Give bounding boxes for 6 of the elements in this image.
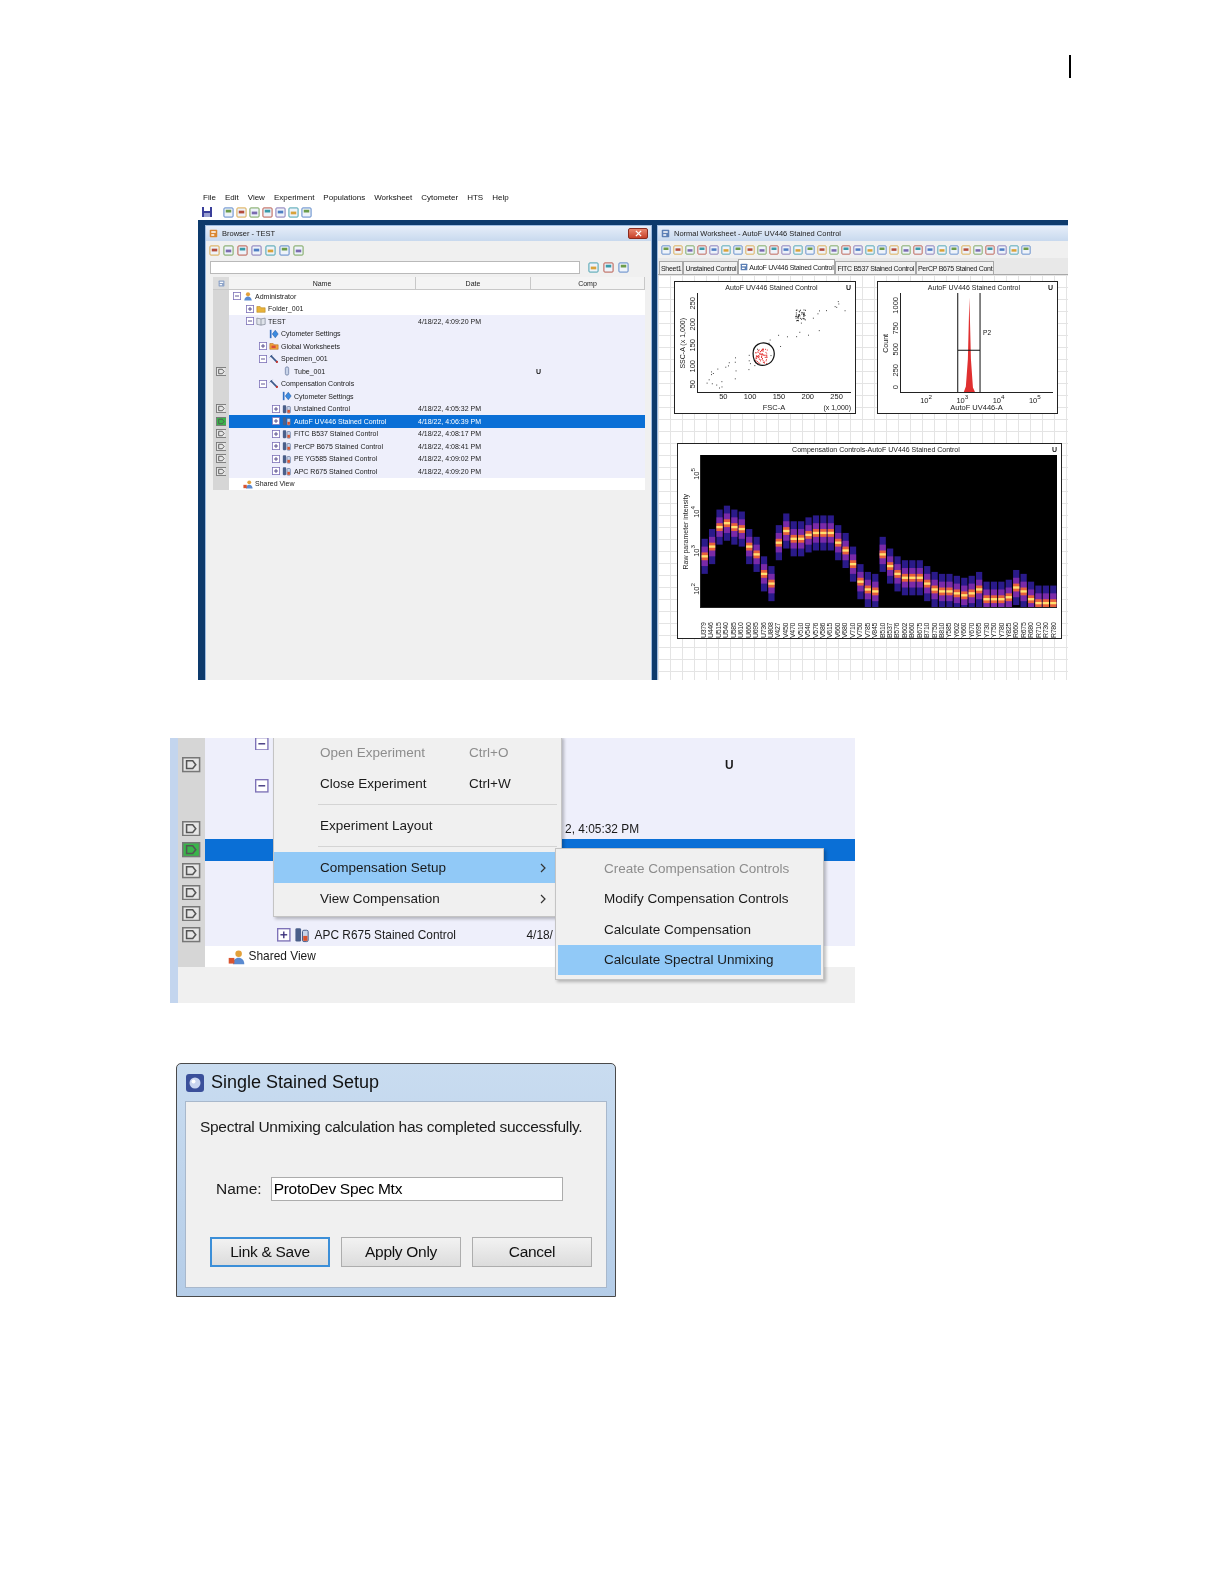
message-text: Spectral Unmixing calculation has completed successfully. — [200, 1118, 584, 1136]
dialog-title: Single Stained Setup — [211, 1072, 380, 1093]
date-text: 4/18/ — [526, 927, 553, 942]
date-text: 2, 4:05:32 PM — [565, 821, 640, 836]
field-label: Name: — [216, 1180, 262, 1198]
comp-label: U — [723, 757, 734, 772]
